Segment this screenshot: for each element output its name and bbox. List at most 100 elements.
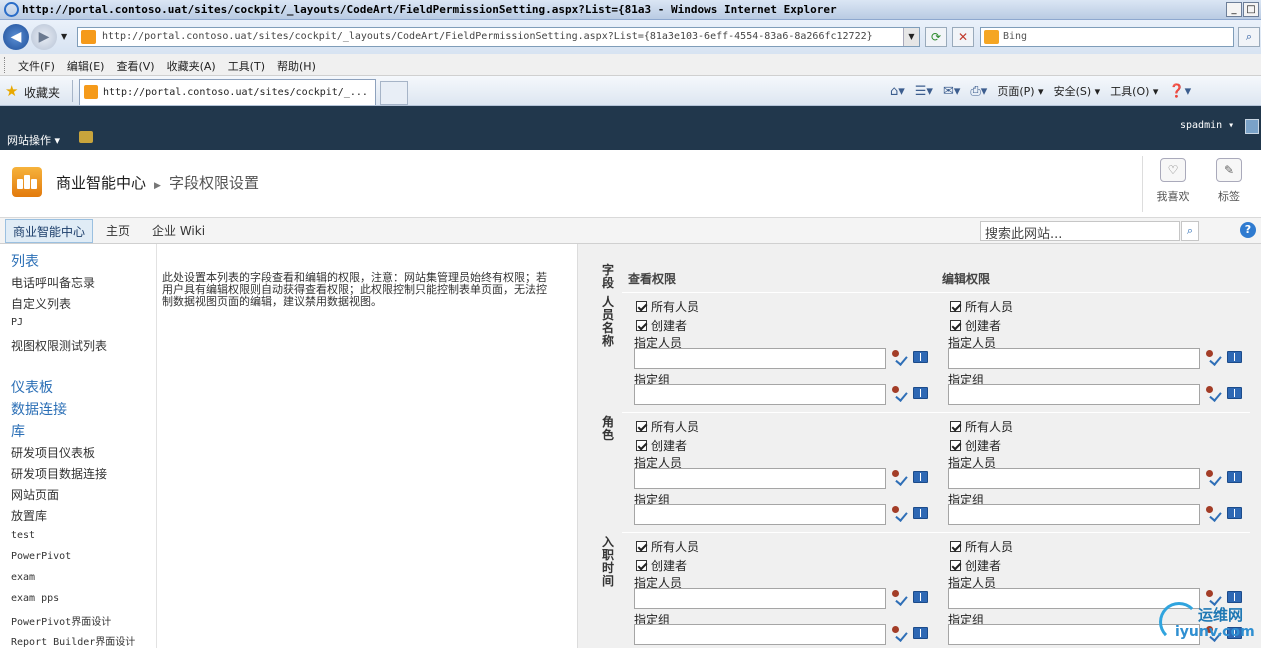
creator-checkbox[interactable]: 创建者 bbox=[636, 437, 687, 454]
favorites-star-icon[interactable]: ★ bbox=[5, 82, 18, 100]
menu-favorites[interactable]: 收藏夹(A) bbox=[161, 58, 222, 74]
everyone-checkbox[interactable]: 所有人员 bbox=[636, 298, 699, 315]
feeds-icon[interactable]: ☰▾ bbox=[915, 84, 933, 99]
check-names-icon[interactable] bbox=[890, 385, 908, 401]
search-input[interactable]: Bing bbox=[980, 27, 1234, 47]
everyone-checkbox[interactable]: 所有人员 bbox=[636, 418, 699, 435]
quicklaunch-item[interactable]: PowerPivot界面设计 bbox=[11, 613, 111, 628]
quicklaunch-item[interactable]: 电话呼叫备忘录 bbox=[11, 274, 95, 291]
address-book-icon[interactable] bbox=[1227, 387, 1242, 399]
address-book-icon[interactable] bbox=[913, 627, 928, 639]
check-names-icon[interactable] bbox=[1204, 505, 1222, 521]
quicklaunch-libraries-heading[interactable]: 库 bbox=[11, 421, 25, 441]
quicklaunch-item[interactable]: Report Builder界面设计 bbox=[11, 633, 135, 648]
everyone-checkbox[interactable]: 所有人员 bbox=[950, 298, 1013, 315]
mail-icon[interactable]: ✉▾ bbox=[943, 84, 960, 99]
checkbox-checked-icon[interactable] bbox=[950, 541, 961, 552]
i-like-it-button[interactable]: ♡ 我喜欢 bbox=[1145, 158, 1201, 204]
creator-checkbox[interactable]: 创建者 bbox=[950, 557, 1001, 574]
help-icon[interactable]: ❓▾ bbox=[1168, 84, 1191, 99]
forward-button[interactable]: ▶ bbox=[31, 24, 57, 50]
specified-group-input[interactable] bbox=[948, 384, 1200, 405]
new-tab-button[interactable] bbox=[380, 81, 408, 105]
specified-group-input[interactable] bbox=[948, 504, 1200, 525]
address-dropdown-icon[interactable]: ▼ bbox=[903, 28, 919, 46]
check-names-icon[interactable] bbox=[1204, 385, 1222, 401]
minimize-button[interactable]: _ bbox=[1226, 2, 1242, 17]
address-book-icon[interactable] bbox=[1227, 471, 1242, 483]
address-book-icon[interactable] bbox=[1227, 507, 1242, 519]
print-icon[interactable]: ⎙▾ bbox=[970, 84, 987, 99]
address-book-icon[interactable] bbox=[913, 507, 928, 519]
breadcrumb-site[interactable]: 商业智能中心 bbox=[56, 174, 146, 192]
everyone-checkbox[interactable]: 所有人员 bbox=[636, 538, 699, 555]
menu-help[interactable]: 帮助(H) bbox=[271, 58, 322, 74]
refresh-button[interactable]: ⟳ bbox=[925, 27, 947, 47]
specified-group-input[interactable] bbox=[634, 384, 886, 405]
checkbox-checked-icon[interactable] bbox=[950, 421, 961, 432]
checkbox-checked-icon[interactable] bbox=[636, 320, 647, 331]
help-icon[interactable]: ? bbox=[1240, 222, 1256, 238]
specified-group-input[interactable] bbox=[634, 504, 886, 525]
menu-file[interactable]: 文件(F) bbox=[12, 58, 61, 74]
safety-menu[interactable]: 安全(S) ▾ bbox=[1054, 83, 1101, 99]
quicklaunch-item[interactable]: 网站页面 bbox=[11, 486, 59, 503]
quicklaunch-data-connections[interactable]: 数据连接 bbox=[11, 399, 67, 419]
checkbox-checked-icon[interactable] bbox=[636, 560, 647, 571]
quicklaunch-item[interactable]: test bbox=[11, 530, 35, 541]
checkbox-checked-icon[interactable] bbox=[950, 301, 961, 312]
everyone-checkbox[interactable]: 所有人员 bbox=[950, 538, 1013, 555]
quicklaunch-item[interactable]: 放置库 bbox=[11, 507, 47, 524]
quicklaunch-item[interactable]: 研发项目数据连接 bbox=[11, 465, 107, 482]
tags-notes-button[interactable]: ✎ 标签 bbox=[1201, 158, 1257, 204]
checkbox-checked-icon[interactable] bbox=[950, 320, 961, 331]
quicklaunch-item[interactable]: 自定义列表 bbox=[11, 295, 71, 312]
checkbox-checked-icon[interactable] bbox=[636, 421, 647, 432]
quicklaunch-lists-heading[interactable]: 列表 bbox=[11, 251, 39, 271]
specified-people-input[interactable] bbox=[634, 348, 886, 369]
address-book-icon[interactable] bbox=[913, 591, 928, 603]
check-names-icon[interactable] bbox=[890, 505, 908, 521]
menu-view[interactable]: 查看(V) bbox=[110, 58, 160, 74]
tools-menu[interactable]: 工具(O) ▾ bbox=[1110, 83, 1158, 99]
check-names-icon[interactable] bbox=[1204, 469, 1222, 485]
topnav-item-home-site[interactable]: 商业智能中心 bbox=[5, 219, 94, 243]
favorites-button[interactable]: 收藏夹 bbox=[24, 84, 60, 101]
everyone-checkbox[interactable]: 所有人员 bbox=[950, 418, 1013, 435]
check-names-icon[interactable] bbox=[890, 469, 908, 485]
address-book-icon[interactable] bbox=[913, 387, 928, 399]
quicklaunch-item[interactable]: PJ bbox=[11, 317, 23, 328]
creator-checkbox[interactable]: 创建者 bbox=[950, 437, 1001, 454]
specified-group-input[interactable] bbox=[634, 624, 886, 645]
menu-tools[interactable]: 工具(T) bbox=[222, 58, 271, 74]
address-url[interactable]: http://portal.contoso.uat/sites/cockpit/… bbox=[102, 31, 873, 42]
checkbox-checked-icon[interactable] bbox=[950, 560, 961, 571]
search-go-icon[interactable]: ⌕ bbox=[1238, 27, 1260, 47]
creator-checkbox[interactable]: 创建者 bbox=[636, 557, 687, 574]
check-names-icon[interactable] bbox=[1204, 349, 1222, 365]
stop-button[interactable]: ✕ bbox=[952, 27, 974, 47]
checkbox-checked-icon[interactable] bbox=[950, 440, 961, 451]
navigate-up-icon[interactable] bbox=[79, 131, 93, 143]
quicklaunch-item[interactable]: exam pps bbox=[11, 593, 59, 604]
maximize-button[interactable]: □ bbox=[1243, 2, 1259, 17]
quicklaunch-item[interactable]: PowerPivot bbox=[11, 551, 71, 562]
quicklaunch-dashboards[interactable]: 仪表板 bbox=[11, 377, 53, 397]
topnav-item-wiki[interactable]: 企业 Wiki bbox=[152, 222, 205, 239]
specified-people-input[interactable] bbox=[634, 588, 886, 609]
site-search-input[interactable]: 搜索此网站... bbox=[980, 221, 1180, 242]
specified-people-input[interactable] bbox=[948, 348, 1200, 369]
browser-tab-active[interactable]: http://portal.contoso.uat/sites/cockpit/… bbox=[79, 79, 376, 105]
address-book-icon[interactable] bbox=[913, 471, 928, 483]
page-menu[interactable]: 页面(P) ▾ bbox=[997, 83, 1043, 99]
site-search-icon[interactable]: ⌕ bbox=[1181, 221, 1199, 241]
history-dropdown-icon[interactable]: ▼ bbox=[61, 32, 67, 41]
topnav-item-home[interactable]: 主页 bbox=[106, 222, 130, 239]
back-button[interactable]: ◀ bbox=[3, 24, 29, 50]
check-names-icon[interactable] bbox=[890, 349, 908, 365]
address-book-icon[interactable] bbox=[913, 351, 928, 363]
quicklaunch-item[interactable]: 视图权限测试列表 bbox=[11, 337, 107, 354]
site-actions-menu[interactable]: 网站操作 ▾ bbox=[7, 132, 60, 148]
menu-edit[interactable]: 编辑(E) bbox=[61, 58, 111, 74]
checkbox-checked-icon[interactable] bbox=[636, 301, 647, 312]
